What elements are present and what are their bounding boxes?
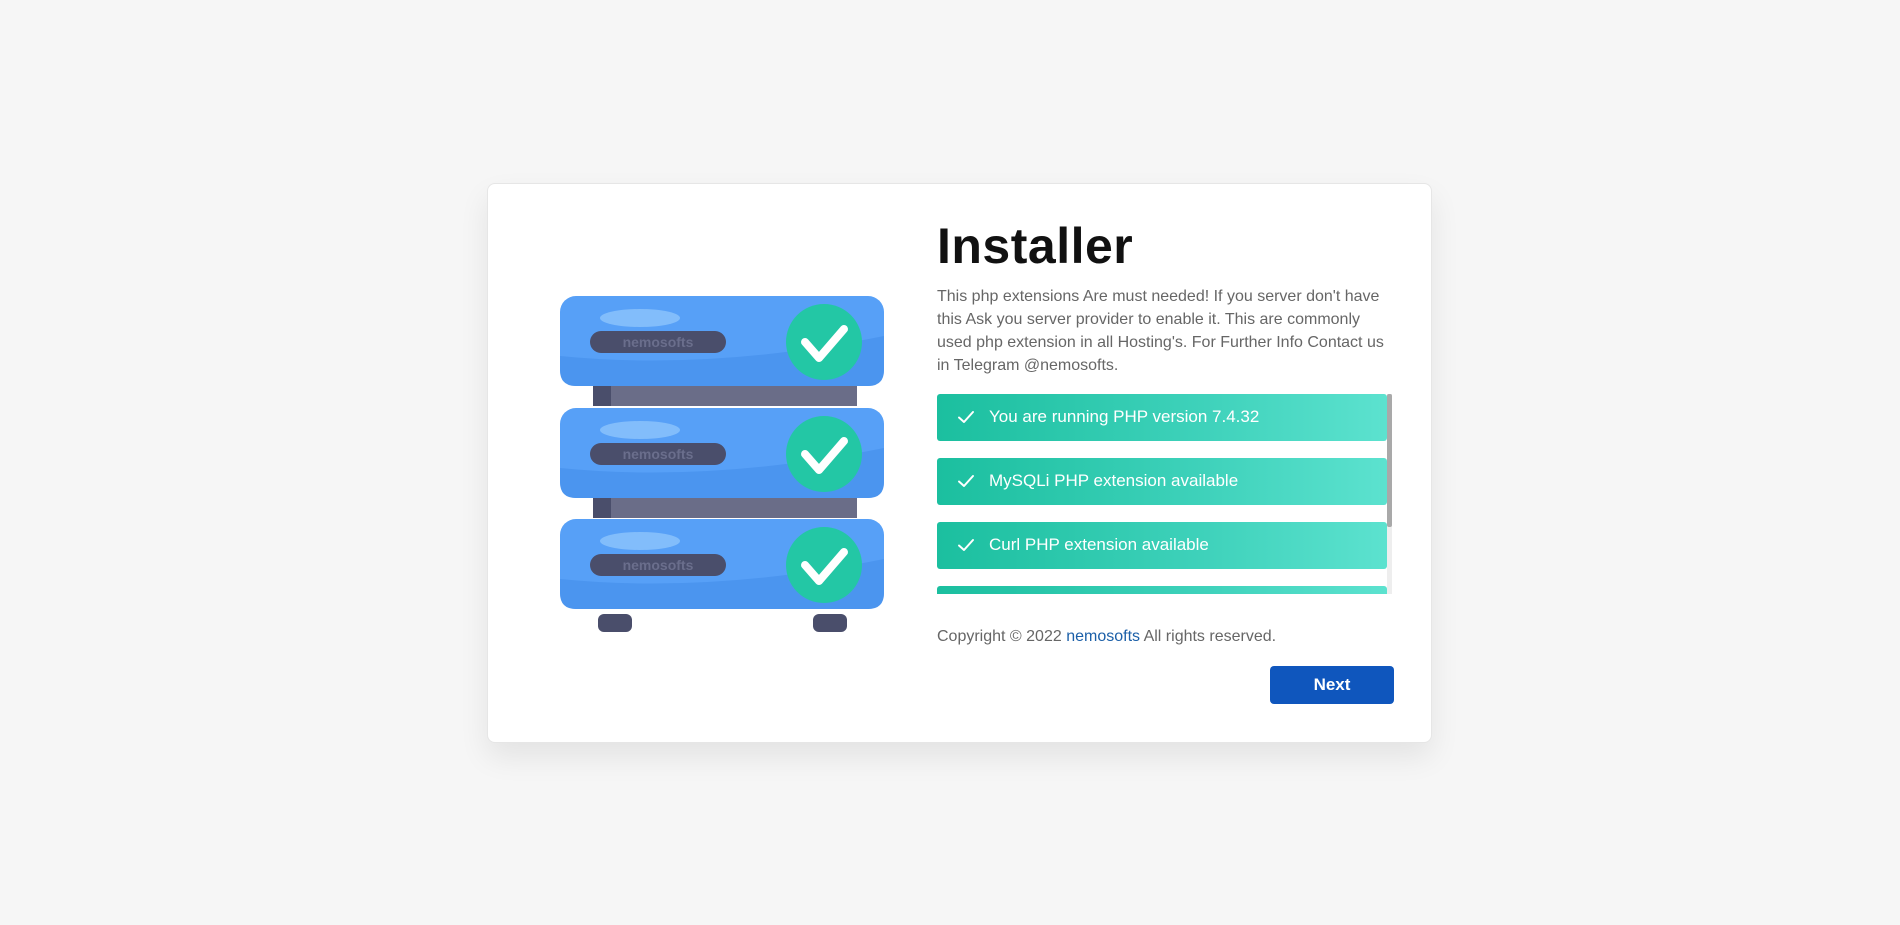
installer-description: This php extensions Are must needed! If … <box>937 287 1384 374</box>
rack-foot-left <box>598 614 632 632</box>
check-icon <box>958 475 974 487</box>
server-stack-illustration: nemosofts nemosofts nemosofts <box>560 296 884 632</box>
installer-content: Installer This php extensions Are must n… <box>937 220 1399 646</box>
requirements-list: You are running PHP version 7.4.32 MySQL… <box>937 393 1387 594</box>
svg-text:nemosofts: nemosofts <box>623 334 694 350</box>
copyright-prefix: Copyright © 2022 <box>937 627 1062 645</box>
copyright-link[interactable]: nemosofts <box>1066 628 1140 645</box>
svg-text:nemosofts: nemosofts <box>623 557 694 573</box>
requirement-label: MySQLi PHP extension available <box>989 471 1239 490</box>
requirement-item-mysqli: MySQLi PHP extension available <box>937 457 1387 505</box>
check-icon <box>958 411 974 423</box>
check-icon <box>958 539 974 551</box>
scrollbar-thumb[interactable] <box>1387 393 1392 527</box>
server-unit-1: nemosofts <box>560 296 884 386</box>
copyright-text: Copyright © 2022 nemosofts All rights re… <box>937 628 1399 646</box>
requirement-label: You are running PHP version 7.4.32 <box>989 407 1260 426</box>
requirement-item-partial <box>937 585 1387 594</box>
copyright-suffix: All rights reserved. <box>1143 627 1277 645</box>
requirements-list-container[interactable]: You are running PHP version 7.4.32 MySQL… <box>937 393 1392 594</box>
next-button[interactable]: Next <box>1270 666 1394 704</box>
server-unit-3: nemosofts <box>560 519 884 609</box>
requirement-label: Curl PHP extension available <box>989 535 1209 554</box>
svg-text:nemosofts: nemosofts <box>623 446 694 462</box>
rack-foot-right <box>813 614 847 632</box>
requirements-scrollbar[interactable] <box>1387 393 1392 594</box>
server-unit-2: nemosofts <box>560 408 884 498</box>
requirement-item-curl: Curl PHP extension available <box>937 521 1387 569</box>
page-title: Installer <box>937 218 1134 274</box>
requirement-item-php-version: You are running PHP version 7.4.32 <box>937 393 1387 441</box>
installer-card: nemosofts nemosofts nemosofts Installer … <box>487 183 1432 743</box>
